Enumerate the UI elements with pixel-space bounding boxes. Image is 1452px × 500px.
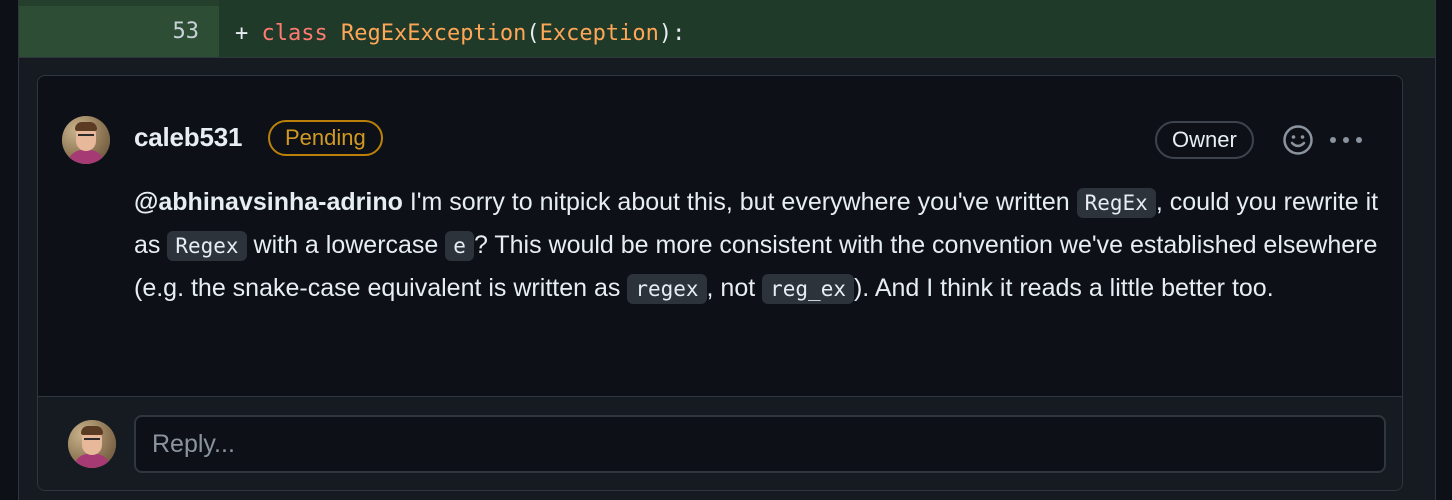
diff-plus-marker: + [235, 21, 249, 46]
line-number: 53 [172, 19, 200, 44]
pending-badge: Pending [268, 120, 383, 156]
inline-code: RegEx [1076, 188, 1156, 218]
comment-text: ). And I think it reads a little better … [853, 274, 1274, 302]
code-content: + class RegExException(Exception): [235, 21, 685, 46]
code-class-name: RegExException [340, 21, 527, 46]
current-user-avatar[interactable] [68, 420, 116, 468]
code-close-paren: ): [658, 21, 686, 46]
inline-code: regex [627, 274, 707, 304]
more-options-button[interactable] [1328, 122, 1364, 158]
comment-body: @abhinavsinha-adrino I'm sorry to nitpic… [134, 181, 1384, 310]
code-base-class: Exception [539, 21, 659, 46]
owner-badge: Owner [1155, 121, 1254, 159]
comment-author[interactable]: caleb531 [134, 122, 242, 153]
gutter-edge [19, 0, 219, 6]
inline-code: Regex [167, 231, 247, 261]
code-open-paren: ( [526, 21, 540, 46]
line-number-gutter[interactable]: 53 [19, 0, 219, 57]
code-keyword: class [261, 21, 328, 46]
review-comment-card: caleb531 Pending Owner @abhinavsinha-adr… [37, 75, 1403, 491]
reply-bar [38, 396, 1402, 490]
comment-text: with a lowercase [246, 231, 446, 259]
comment-text: I'm sorry to nitpick about this, but eve… [402, 188, 1077, 216]
comment-text: , not [706, 274, 763, 302]
diff-added-line: 53 + class RegExException(Exception): [19, 0, 1435, 58]
smiley-icon [1283, 125, 1313, 155]
inline-code: e [445, 231, 474, 261]
inline-code: reg_ex [762, 274, 854, 304]
avatar[interactable] [62, 116, 110, 164]
diff-frame: 53 + class RegExException(Exception): ca… [18, 0, 1436, 500]
kebab-horizontal-icon [1330, 137, 1362, 143]
reply-input[interactable] [134, 415, 1386, 473]
user-mention[interactable]: @abhinavsinha-adrino [134, 188, 403, 216]
add-reaction-button[interactable] [1280, 122, 1316, 158]
